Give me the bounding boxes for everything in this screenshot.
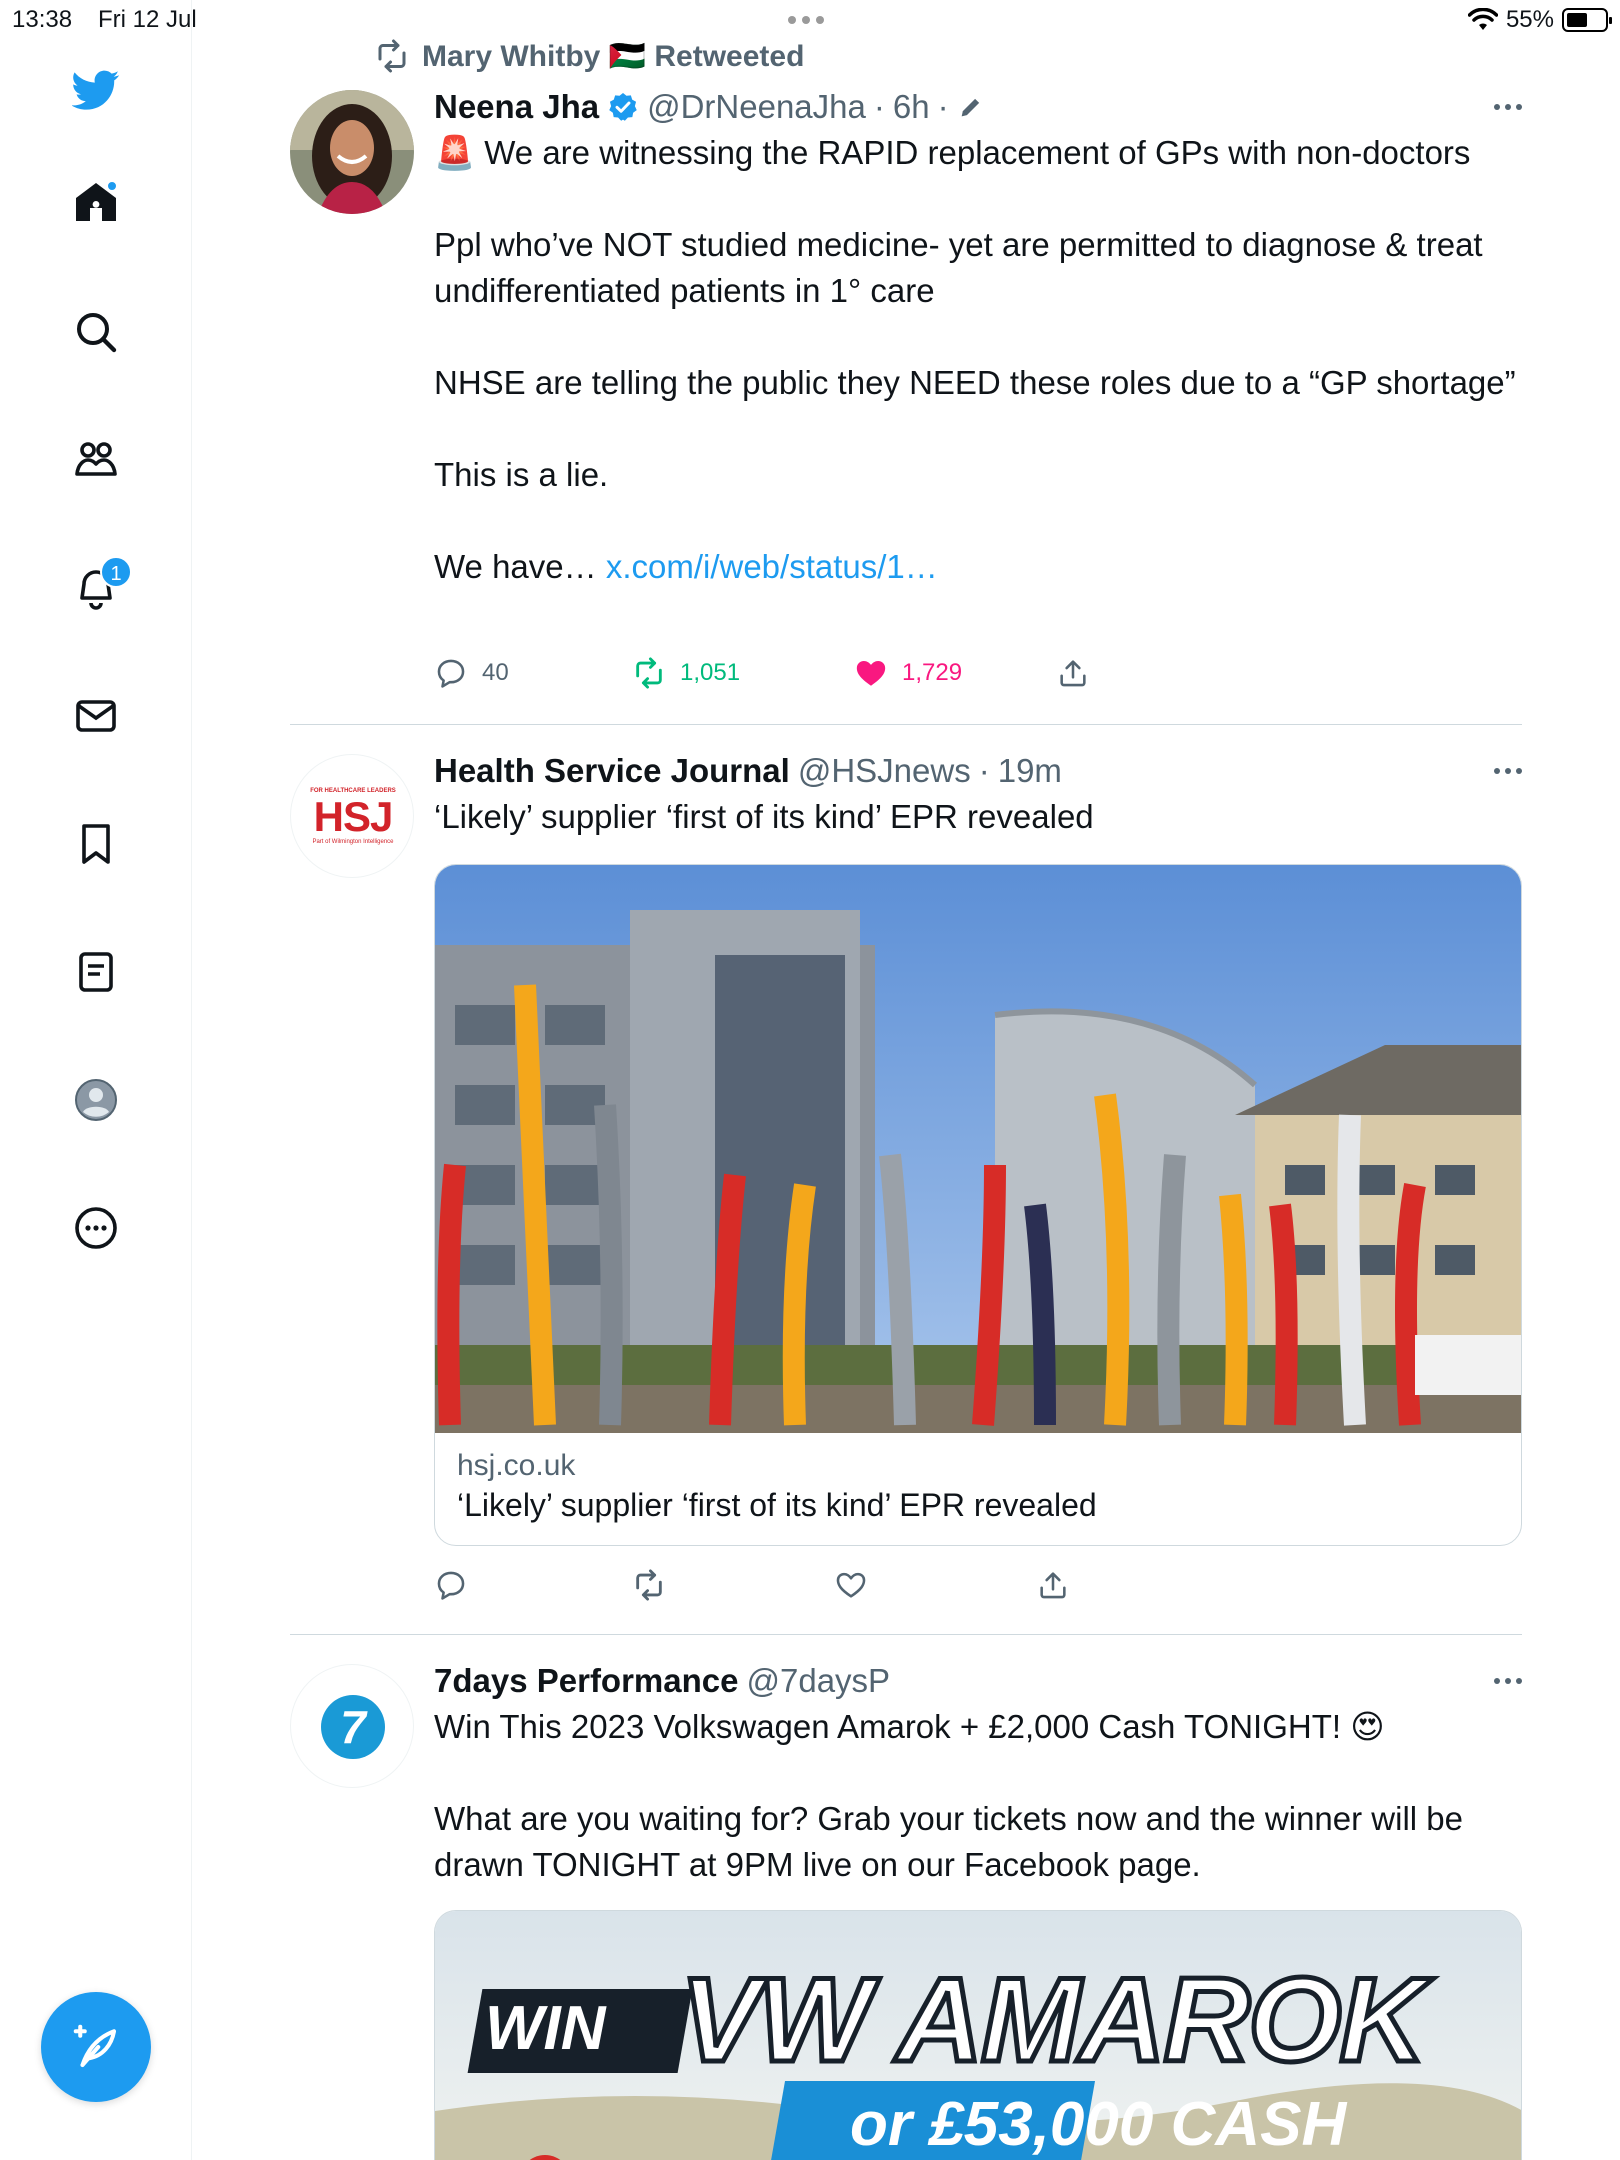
reply-icon xyxy=(437,1571,465,1600)
tweet-text: ‘Likely’ supplier ‘first of its kind’ EP… xyxy=(434,798,1094,835)
more-options-icon[interactable] xyxy=(66,1198,126,1258)
tweet-paragraph: NHSE are telling the public they NEED th… xyxy=(434,364,1516,401)
link-card-meta: hsj.co.uk ‘Likely’ supplier ‘first of it… xyxy=(435,1433,1521,1524)
tweet-paragraph: Ppl who’ve NOT studied medicine- yet are… xyxy=(434,226,1483,309)
reply-button[interactable]: 40 xyxy=(434,656,632,690)
share-button[interactable] xyxy=(1056,656,1090,690)
tweet-paragraph: What are you waiting for? Grab your tick… xyxy=(434,1800,1463,1883)
wifi-icon xyxy=(1467,8,1498,30)
tweet-actions xyxy=(434,1568,1070,1602)
tweet-body: Neena Jha @DrNeenaJha · 6h · 🚨 We are wi… xyxy=(434,88,1522,590)
heart-filled-icon xyxy=(856,660,886,686)
reply-button[interactable] xyxy=(434,1568,632,1602)
tweet-header: Neena Jha @DrNeenaJha · 6h · xyxy=(434,88,1522,126)
compose-tweet-button[interactable] xyxy=(41,1992,151,2102)
tweet-divider xyxy=(290,1634,1522,1635)
notifications-bell-icon[interactable]: 1 xyxy=(66,556,132,618)
bookmarks-icon[interactable] xyxy=(66,814,126,874)
compose-feather-icon xyxy=(73,2024,117,2068)
reply-count: 40 xyxy=(482,659,509,686)
avatar-hsj-logo[interactable]: FOR HEALTHCARE LEADERS HSJ Part of Wilmi… xyxy=(290,754,414,878)
battery-icon xyxy=(1562,8,1612,32)
multitasking-dots[interactable] xyxy=(788,16,824,24)
share-button[interactable] xyxy=(1036,1568,1070,1602)
separator-dot: · xyxy=(978,752,990,789)
profile-avatar-icon[interactable] xyxy=(66,1070,126,1130)
truncated-text: We have… xyxy=(434,548,606,585)
status-bar: 13:38 Fri 12 Jul 55% xyxy=(0,0,1620,40)
link-card[interactable]: hsj.co.uk ‘Likely’ supplier ‘first of it… xyxy=(434,864,1522,1546)
like-count: 1,729 xyxy=(902,659,963,686)
card-domain: hsj.co.uk xyxy=(457,1449,576,1482)
tweet-paragraph: This is a lie. xyxy=(434,456,609,493)
card-title: ‘Likely’ supplier ‘first of its kind’ EP… xyxy=(457,1487,1097,1523)
heart-outline-icon xyxy=(836,1572,866,1598)
messages-envelope-icon[interactable] xyxy=(66,686,126,746)
display-name[interactable]: Health Service Journal xyxy=(434,752,790,790)
home-icon[interactable] xyxy=(66,172,126,232)
twitter-logo-icon[interactable] xyxy=(66,60,126,120)
like-button[interactable]: 1,729 xyxy=(854,656,1056,690)
verified-badge-icon xyxy=(609,93,637,121)
like-button[interactable] xyxy=(834,1568,1036,1602)
retweet-context[interactable]: Mary Whitby 🇵🇸 Retweeted xyxy=(374,38,804,74)
home-new-dot xyxy=(106,180,118,192)
tweet-body: 7days Performance @7daysP Win This 2023 … xyxy=(434,1662,1522,1888)
tweet-paragraph-last: We have… x.com/i/web/status/1… xyxy=(434,544,1522,590)
retweet-button[interactable]: 1,051 xyxy=(632,656,854,690)
sidebar: 1 xyxy=(0,0,192,2160)
promo-win-text: WIN xyxy=(485,1994,606,2063)
promo-headline: VW AMAROK xyxy=(677,1951,1428,2090)
battery-percent: 55% xyxy=(1505,6,1554,33)
tweet-paragraph: 🚨 We are witnessing the RAPID replacemen… xyxy=(434,134,1471,171)
tweet-text: 🚨 We are witnessing the RAPID replacemen… xyxy=(434,130,1522,590)
retweet-icon xyxy=(378,39,406,73)
tweet-link[interactable]: x.com/i/web/status/1… xyxy=(606,548,938,585)
edited-pencil-icon[interactable] xyxy=(957,93,985,121)
status-right: 55% xyxy=(1467,6,1612,34)
avatar[interactable] xyxy=(290,90,414,214)
separator-dot: · xyxy=(937,88,949,125)
tweet-divider xyxy=(290,724,1522,725)
search-icon[interactable] xyxy=(66,302,126,362)
communities-icon[interactable] xyxy=(66,430,126,490)
tweet-more-options-icon[interactable] xyxy=(1494,752,1522,774)
handle[interactable]: @DrNeenaJha xyxy=(647,88,866,126)
avatar-7days-logo[interactable]: 7 xyxy=(290,1664,414,1788)
handle[interactable]: @7daysP xyxy=(747,1662,891,1700)
tweet-time[interactable]: 19m xyxy=(998,752,1062,790)
hsj-logo-bottom: Part of Wilmington Intelligence xyxy=(312,839,394,845)
retweet-count: 1,051 xyxy=(680,659,741,686)
tweet-more-options-icon[interactable] xyxy=(1494,88,1522,110)
link-card-image xyxy=(435,865,1521,1433)
separator-dot: · xyxy=(873,88,885,125)
tweet-header: Health Service Journal @HSJnews · 19m xyxy=(434,752,1522,790)
retweet-context-text: Mary Whitby 🇵🇸 Retweeted xyxy=(422,39,805,73)
tweet-more-options-icon[interactable] xyxy=(1494,1662,1522,1684)
share-icon xyxy=(1040,1572,1066,1599)
tweet-paragraph: Win This 2023 Volkswagen Amarok + £2,000… xyxy=(434,1708,1385,1745)
lists-icon[interactable] xyxy=(66,942,126,1002)
display-name[interactable]: Neena Jha xyxy=(434,88,599,126)
tweet-body: Health Service Journal @HSJnews · 19m ‘L… xyxy=(434,752,1522,840)
retweet-button[interactable] xyxy=(632,1568,834,1602)
handle[interactable]: @HSJnews xyxy=(798,752,971,790)
tweet-header: 7days Performance @7daysP xyxy=(434,1662,1522,1700)
promo-subheadline: or £53,000 CASH xyxy=(850,2090,1347,2159)
retweet-icon xyxy=(636,1569,662,1601)
tweet-actions: 40 1,051 1,729 xyxy=(434,656,1090,690)
hsj-logo-text: HSJ xyxy=(313,793,394,840)
tweet-time[interactable]: 6h xyxy=(893,88,930,126)
display-name[interactable]: 7days Performance xyxy=(434,1662,739,1700)
7days-logo: 7 xyxy=(321,1695,385,1759)
share-icon xyxy=(1060,660,1086,687)
retweet-icon xyxy=(636,657,662,689)
reply-icon xyxy=(437,659,465,688)
promo-image-card[interactable]: WIN VW AMAROK or £53,000 CASH xyxy=(434,1910,1522,2160)
tweet-text: Win This 2023 Volkswagen Amarok + £2,000… xyxy=(434,1704,1522,1888)
notifications-badge: 1 xyxy=(100,556,132,588)
